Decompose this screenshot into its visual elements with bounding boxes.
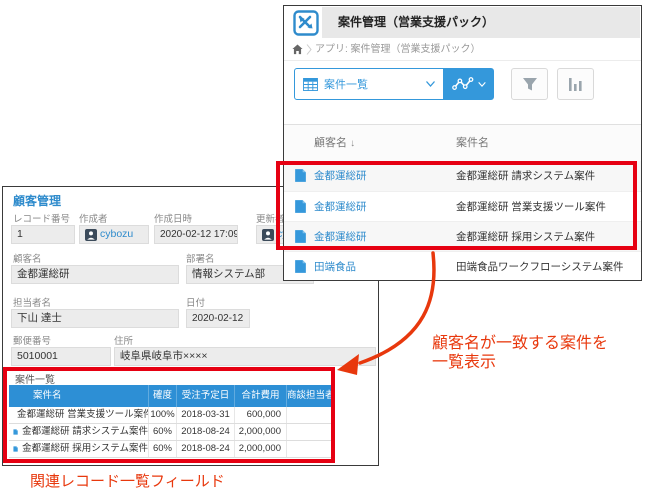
user-icon: [85, 229, 97, 241]
record-no-value: 1: [11, 225, 75, 244]
created-value: 2020-02-12 17:09: [154, 225, 238, 244]
table-grid-icon: [303, 78, 318, 91]
view-selector-label: 案件一覧: [324, 76, 368, 92]
case-name: 金都運総研 営業支援ツール案件: [17, 407, 149, 423]
creator-label: 作成者: [79, 211, 108, 225]
screenshot-stage: 顧客管理 レコード番号 作成者 作成日時 更新者 1 cybozu 2020-0…: [0, 0, 645, 491]
app-header: 案件管理（営業支援パック）: [284, 6, 641, 39]
probability: 100%: [149, 407, 177, 423]
case-name: 金都運総研 請求システム案件: [456, 161, 595, 191]
breadcrumb-separator-icon: [306, 44, 312, 55]
customer-link[interactable]: 金都運総研: [314, 192, 367, 222]
graph-button[interactable]: [444, 68, 494, 100]
customer-name-label: 顧客名: [13, 251, 42, 265]
filter-button[interactable]: [511, 68, 548, 100]
customer-link[interactable]: 金都運総研: [314, 222, 367, 252]
breadcrumb: アプリ: 案件管理（営業支援パック）: [284, 39, 641, 61]
order-date: 2018-08-24: [177, 424, 235, 440]
breadcrumb-text[interactable]: アプリ: 案件管理（営業支援パック）: [315, 39, 481, 61]
related-row[interactable]: 金都運総研 請求システム案件 60% 2018-08-24 2,000,000: [9, 424, 331, 441]
zip-value: 5010001: [11, 347, 111, 366]
person-label: 担当者名: [13, 295, 51, 309]
funnel-icon: [522, 77, 538, 92]
person-value: 下山 達士: [11, 309, 179, 328]
created-label: 作成日時: [154, 211, 192, 225]
chevron-down-icon: [426, 81, 435, 87]
case-table-header: 顧客名 ↓ 案件名: [284, 124, 641, 161]
case-name: 金都運総研 採用システム案件: [456, 222, 595, 252]
probability: 60%: [149, 424, 177, 440]
creator-value: cybozu: [79, 225, 149, 244]
case-name: 金都運総研 採用システム案件: [22, 441, 148, 457]
order-date: 2018-03-31: [177, 407, 235, 423]
total-cost: 600,000: [235, 407, 287, 423]
annotation-related-field-note: 関連レコード一覧フィールド: [30, 470, 225, 491]
updater-label: 更新者: [256, 211, 285, 225]
case-name: 金都運総研 営業支援ツール案件: [456, 192, 606, 222]
col-case-name: 案件名: [9, 385, 149, 407]
record-icon: [13, 443, 18, 455]
bar-chart-icon: [568, 77, 583, 92]
home-icon[interactable]: [292, 44, 303, 55]
date-label: 日付: [186, 295, 205, 309]
col-total-cost: 合計費用: [235, 385, 287, 407]
related-list-header: 案件名 確度 受注予定日 合計費用 商談担当者: [9, 385, 331, 407]
case-management-window: 案件管理（営業支援パック） アプリ: 案件管理（営業支援パック） 案件一覧: [283, 5, 642, 281]
chart-button[interactable]: [557, 68, 594, 100]
address-label: 住所: [114, 333, 133, 347]
address-value: 岐阜県岐阜市××××: [114, 347, 376, 366]
view-selector[interactable]: 案件一覧: [294, 68, 444, 100]
user-icon: [262, 229, 274, 241]
line-graph-icon: [452, 76, 474, 92]
order-date: 2018-08-24: [177, 441, 235, 457]
header-customer[interactable]: 顧客名 ↓: [314, 125, 355, 162]
related-row[interactable]: 金都運総研 営業支援ツール案件 100% 2018-03-31 600,000: [9, 407, 331, 424]
app-title: 案件管理（営業支援パック）: [338, 6, 494, 38]
customer-link[interactable]: 田端食品: [314, 252, 356, 282]
view-selector-group: 案件一覧: [294, 68, 494, 100]
record-no-label: レコード番号: [13, 211, 70, 225]
table-row[interactable]: 金都運総研 金都運総研 営業支援ツール案件: [284, 191, 641, 221]
table-row[interactable]: 金都運総研 金都運総研 請求システム案件: [284, 161, 641, 191]
total-cost: 2,000,000: [235, 424, 287, 440]
annotation-match-note: 顧客名が一致する案件を 一覧表示: [432, 334, 608, 372]
negotiator: [287, 407, 331, 423]
col-probability: 確度: [149, 385, 177, 407]
customer-name-value: 金都運総研: [11, 265, 179, 284]
department-label: 部署名: [186, 251, 215, 265]
col-order-date: 受注予定日: [177, 385, 235, 407]
page-title: 顧客管理: [13, 192, 61, 209]
case-name: 田端食品ワークフローシステム案件: [456, 252, 623, 282]
negotiator: [287, 441, 331, 457]
table-row[interactable]: 金都運総研 金都運総研 採用システム案件: [284, 221, 641, 251]
col-negotiator: 商談担当者: [287, 385, 331, 407]
app-icon: [293, 10, 319, 36]
record-icon: [294, 199, 307, 214]
case-table-rows: 金都運総研 金都運総研 請求システム案件 金都運総研 金都運総研 営業支援ツール…: [284, 161, 641, 281]
toolbar: 案件一覧: [284, 62, 641, 106]
case-name: 金都運総研 請求システム案件: [22, 424, 148, 440]
creator-link[interactable]: cybozu: [100, 226, 133, 243]
header-case[interactable]: 案件名: [456, 125, 489, 162]
record-icon: [294, 259, 307, 274]
table-row[interactable]: 田端食品 田端食品ワークフローシステム案件: [284, 251, 641, 281]
record-icon: [13, 426, 18, 438]
zip-label: 郵便番号: [13, 333, 51, 347]
date-value: 2020-02-12: [186, 309, 250, 328]
related-list-label: 案件一覧: [15, 371, 55, 386]
sort-desc-icon: ↓: [350, 138, 355, 149]
related-row[interactable]: 金都運総研 採用システム案件 60% 2018-08-24 2,000,000: [9, 441, 331, 458]
probability: 60%: [149, 441, 177, 457]
customer-link[interactable]: 金都運総研: [314, 161, 367, 191]
total-cost: 2,000,000: [235, 441, 287, 457]
related-record-list: 案件名 確度 受注予定日 合計費用 商談担当者 金都運総研 営業支援ツール案件 …: [9, 385, 331, 458]
record-icon: [294, 229, 307, 244]
chevron-down-icon: [478, 82, 486, 87]
record-icon: [294, 168, 307, 183]
negotiator: [287, 424, 331, 440]
